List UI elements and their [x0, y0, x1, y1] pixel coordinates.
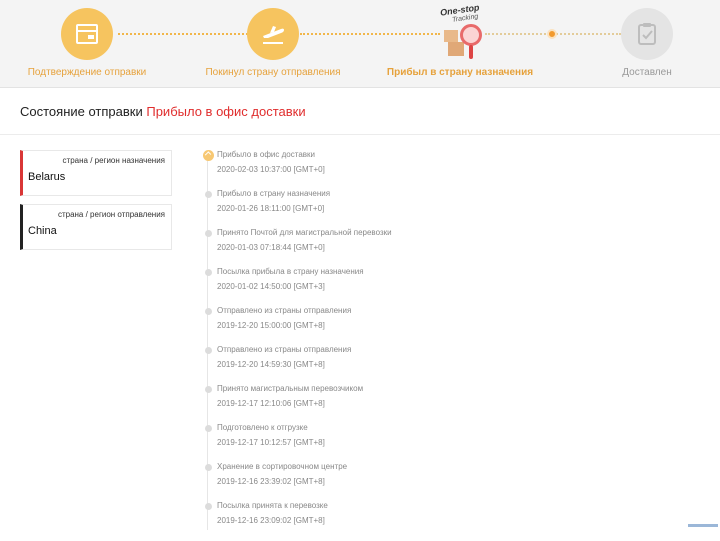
checkmark-icon — [203, 150, 214, 161]
timeline-dot — [205, 503, 212, 510]
event-time: 2020-01-26 18:11:00 [GMT+0] — [217, 204, 325, 213]
event-description: Принято магистральным перевозчиком — [217, 384, 364, 393]
timeline-event: Подготовлено к отгрузке 2019-12-17 10:12… — [203, 423, 443, 463]
status-label: Состояние отправки — [20, 104, 143, 119]
current-position-dot — [547, 29, 557, 39]
step-label-confirmed: Подтверждение отправки — [27, 67, 147, 78]
origin-country-card: страна / регион отправления China — [20, 204, 172, 250]
event-description: Прибыло в офис доставки — [217, 150, 315, 159]
timeline-event: Посылка прибыла в страну назначения 2020… — [203, 267, 443, 307]
event-time: 2020-01-02 14:50:00 [GMT+3] — [217, 282, 325, 291]
timeline-dot — [205, 308, 212, 315]
timeline-dot — [205, 191, 212, 198]
divider — [0, 134, 720, 135]
origin-caption: страна / регион отправления — [57, 210, 165, 219]
timeline-event: Принято магистральным перевозчиком 2019-… — [203, 384, 443, 424]
timeline-event: Принято Почтой для магистральной перевоз… — [203, 228, 443, 268]
event-time: 2020-02-03 10:37:00 [GMT+0] — [217, 165, 325, 174]
timeline-event: Посылка принята к перевозке 2019-12-16 2… — [203, 501, 443, 541]
timeline-dot — [205, 269, 212, 276]
timeline-event: Прибыло в страну назначения 2020-01-26 1… — [203, 189, 443, 229]
timeline-event: Хранение в сортировочном центре 2019-12-… — [203, 462, 443, 502]
shipment-progress-bar: Подтверждение отправки Покинул страну от… — [0, 0, 720, 88]
plane-departure-icon — [247, 8, 299, 60]
destination-country-card: страна / регион назначения Belarus — [20, 150, 172, 196]
event-description: Отправлено из страны отправления — [217, 306, 352, 315]
progress-connector — [300, 33, 440, 35]
timeline-event: Отправлено из страны отправления 2019-12… — [203, 306, 443, 346]
event-description: Подготовлено к отгрузке — [217, 423, 308, 432]
destination-value: Belarus — [28, 171, 66, 183]
timeline-dot — [205, 464, 212, 471]
timeline-dot — [205, 230, 212, 237]
timeline-dot — [205, 386, 212, 393]
one-stop-tracking-logo: One-stop Tracking — [438, 2, 494, 62]
origin-value: China — [28, 225, 57, 237]
package-icon — [61, 8, 113, 60]
shipment-status: Состояние отправки Прибыло в офис достав… — [20, 104, 306, 119]
event-description: Посылка прибыла в страну назначения — [217, 267, 364, 276]
event-time: 2019-12-20 15:00:00 [GMT+8] — [217, 321, 325, 330]
step-label-delivered: Доставлен — [622, 67, 672, 78]
status-value: Прибыло в офис доставки — [146, 104, 306, 119]
event-time: 2019-12-17 12:10:06 [GMT+8] — [217, 399, 325, 408]
corner-mark — [688, 524, 718, 527]
event-time: 2019-12-16 23:09:02 [GMT+8] — [217, 516, 325, 525]
timeline-event: Отправлено из страны отправления 2019-12… — [203, 345, 443, 385]
event-time: 2020-01-03 07:18:44 [GMT+0] — [217, 243, 325, 252]
timeline-event: Прибыло в офис доставки 2020-02-03 10:37… — [203, 150, 443, 190]
timeline-dot — [205, 347, 212, 354]
event-description: Принято Почтой для магистральной перевоз… — [217, 228, 392, 237]
clipboard-check-icon — [621, 8, 673, 60]
destination-caption: страна / регион назначения — [62, 156, 165, 165]
event-description: Хранение в сортировочном центре — [217, 462, 348, 471]
event-time: 2019-12-17 10:12:57 [GMT+8] — [217, 438, 325, 447]
event-description: Отправлено из страны отправления — [217, 345, 352, 354]
event-time: 2019-12-16 23:39:02 [GMT+8] — [217, 477, 325, 486]
step-label-arrived: Прибыл в страну назначения — [386, 67, 534, 78]
step-label-departed: Покинул страну отправления — [205, 67, 341, 78]
timeline-dot — [205, 425, 212, 432]
event-description: Прибыло в страну назначения — [217, 189, 331, 198]
progress-connector — [118, 33, 248, 35]
event-time: 2019-12-20 14:59:30 [GMT+8] — [217, 360, 325, 369]
event-description: Посылка принята к перевозке — [217, 501, 328, 510]
